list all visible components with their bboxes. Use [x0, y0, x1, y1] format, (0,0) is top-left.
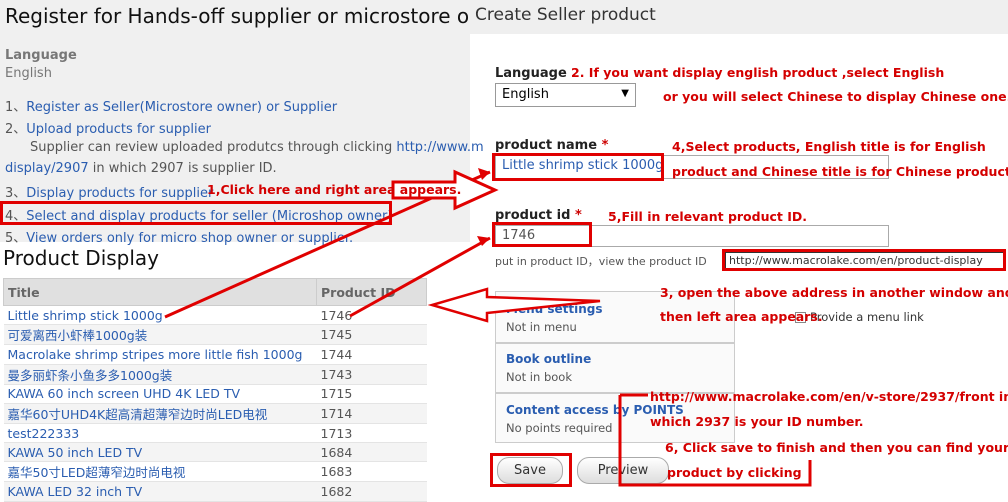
- annotation-2-line2: or you will select Chinese to display Ch…: [663, 89, 1008, 104]
- annotation-3-line2: then left area appears.: [660, 309, 823, 324]
- annotation-6-url-line1: http://www.macrolake.com/en/v-store/2937…: [650, 389, 1008, 404]
- annotation-6-line1: 6, Click save to finish and then you can…: [665, 440, 1008, 455]
- annotation-2-line1: 2. If you want display english product ,…: [571, 65, 945, 80]
- annotation-4-line2: product and Chinese title is for Chinese…: [672, 164, 1008, 179]
- annotation-6-line2: product by clicking: [667, 465, 802, 480]
- annotation-6-url-line2: which 2937 is your ID number.: [650, 414, 864, 429]
- annotation-5: 5,Fill in relevant product ID.: [608, 209, 807, 224]
- annotation-4-line1: 4,Select products, English title is for …: [672, 139, 986, 154]
- annotation-1: 1,Click here and right area appears.: [207, 182, 462, 197]
- big-arrow-left: [427, 287, 601, 323]
- annotation-3-line1: 3, open the above address in another win…: [660, 285, 1008, 300]
